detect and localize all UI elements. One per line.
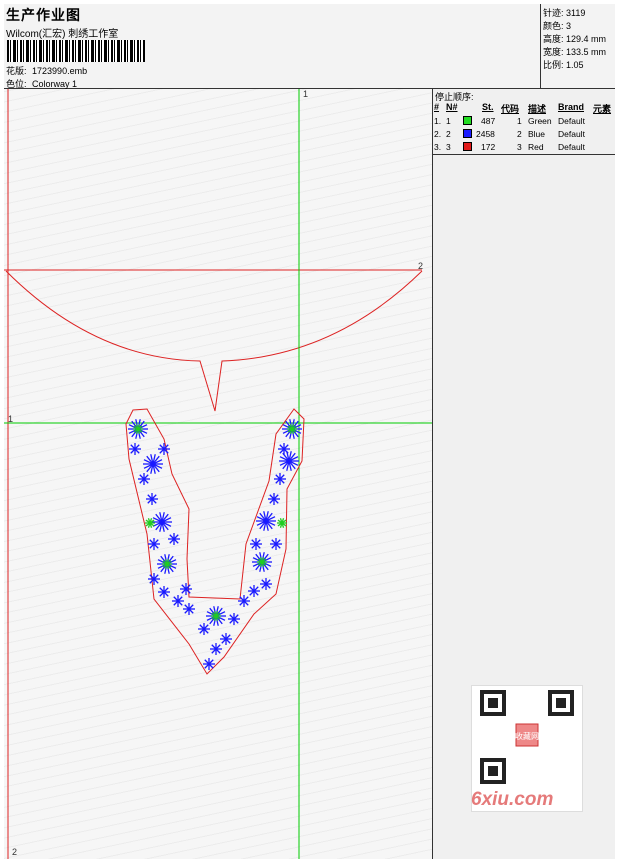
v-outline (125, 408, 305, 675)
colorway-label: 色位: (6, 79, 27, 89)
marker-top: 1 (303, 89, 309, 99)
page-title: 生产作业图 (6, 7, 81, 23)
studio-name: Wilcom(汇宏) 刺绣工作室 (6, 29, 119, 40)
stat-scale: 比例: 1.05 (543, 60, 584, 70)
design-canvas[interactable]: 1 1 2 2 (4, 89, 433, 859)
design-file-value: 1723990.emb (32, 66, 88, 76)
col-element: 元素 (593, 104, 612, 114)
marker-bottom: 2 (12, 847, 18, 857)
col-needle: N# (446, 102, 458, 112)
design-file: 花版: 1723990.emb (6, 64, 87, 77)
col-stitches: St. (482, 102, 494, 112)
header-info: 生产作业图 Wilcom(汇宏) 刺绣工作室 花版: 1723990.emb 色… (4, 4, 541, 89)
stop-sequence-table: 停止顺序: # N# St. 代码 描述 Brand 元素 1. 1 487 1… (433, 89, 615, 155)
table-row[interactable]: 2. 2 2458 2 Blue Default (433, 128, 615, 141)
embroidery-drawing (4, 89, 432, 859)
stitch-clusters (128, 419, 302, 670)
colorway-value: Colorway 1 (32, 79, 78, 89)
col-desc: 描述 (528, 104, 547, 114)
table-row[interactable]: 3. 3 172 3 Red Default (433, 141, 615, 154)
stat-stitches: 针迹: 3119 (543, 8, 586, 18)
col-num: # (434, 102, 440, 112)
qr-code-icon: 收藏网 (480, 690, 574, 784)
seal-text: 收藏网 (515, 731, 539, 741)
header: 生产作业图 Wilcom(汇宏) 刺绣工作室 花版: 1723990.emb 色… (4, 4, 615, 89)
barcode (7, 40, 145, 62)
hoop-curve (5, 270, 423, 412)
stat-colors: 颜色: 3 (543, 21, 572, 31)
design-stats: 针迹: 3119 颜色: 3 高度: 129.4 mm 宽度: 133.5 mm… (542, 4, 614, 88)
watermark-text: 6xiu.com (471, 789, 554, 810)
stat-width: 宽度: 133.5 mm (543, 47, 607, 57)
stop-sequence-panel: 停止顺序: # N# St. 代码 描述 Brand 元素 1. 1 487 1… (433, 89, 615, 859)
color-swatch (463, 142, 472, 151)
design-file-label: 花版: (6, 66, 27, 76)
marker-right: 2 (418, 261, 424, 271)
color-swatch (463, 129, 472, 138)
marker-left: 1 (8, 414, 14, 424)
col-code: 代码 (501, 104, 520, 114)
col-brand: Brand (558, 102, 585, 112)
stat-height: 高度: 129.4 mm (543, 34, 607, 44)
table-row[interactable]: 1. 1 487 1 Green Default (433, 115, 615, 128)
color-swatch (463, 116, 472, 125)
